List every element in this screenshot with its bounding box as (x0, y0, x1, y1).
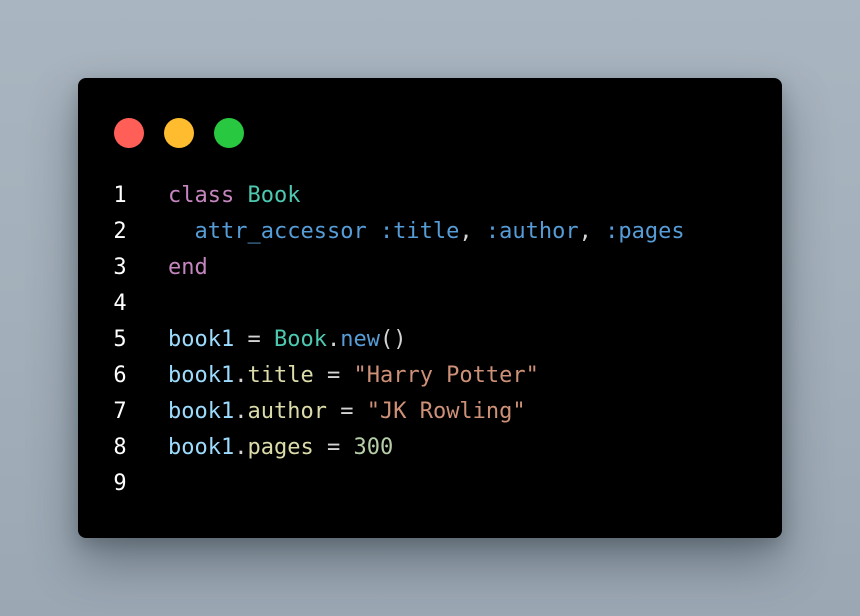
code-token: class (168, 183, 235, 208)
code-token: "Harry Potter" (353, 363, 539, 388)
code-token: attr_accessor (194, 219, 367, 244)
code-token: new (340, 327, 380, 352)
code-line: 3 end (78, 250, 782, 286)
code-token: :title (379, 219, 460, 244)
line-number: 4 (113, 291, 127, 316)
code-token: = (313, 363, 354, 388)
code-token: , (459, 219, 486, 244)
code-token: author (247, 399, 327, 424)
code-token: book1 (168, 363, 235, 388)
code-token: :pages (605, 219, 685, 244)
line-source: book1.title = "Harry Potter" (168, 358, 539, 394)
code-token: Book (273, 327, 327, 352)
code-line: 1 class Book (78, 178, 782, 214)
code-token: end (168, 255, 208, 280)
code-line: 7 book1.author = "JK Rowling" (78, 394, 782, 430)
code-token: book1 (168, 435, 235, 460)
code-token: . (234, 399, 248, 424)
line-number: 6 (113, 363, 127, 388)
code-token: . (234, 435, 248, 460)
code-token: . (326, 327, 341, 352)
line-source: class Book (168, 178, 300, 214)
line-source: book1 = Book.new() (168, 322, 406, 358)
code-token: :author (485, 219, 579, 244)
line-number: 8 (113, 435, 127, 460)
line-number: 3 (113, 255, 127, 280)
line-source: book1.author = "JK Rowling" (168, 394, 526, 430)
code-token: = (234, 327, 274, 352)
minimize-button[interactable] (164, 118, 194, 148)
code-token: () (379, 327, 407, 352)
maximize-button[interactable] (214, 118, 244, 148)
code-line: 2 attr_accessor :title, :author, :pages (78, 214, 782, 250)
code-token: = (326, 399, 367, 424)
code-line: 9 (78, 466, 782, 502)
code-token: "JK Rowling" (366, 399, 526, 424)
code-editor: 1 class Book 2 attr_accessor :title, :auth… (78, 178, 782, 502)
code-token: , (578, 219, 606, 244)
code-token: book1 (168, 399, 235, 424)
code-line: 4 (78, 286, 782, 322)
code-token: Book (247, 183, 301, 208)
code-token: title (247, 363, 314, 388)
close-button[interactable] (114, 118, 144, 148)
code-window: 1 class Book 2 attr_accessor :title, :auth… (78, 78, 782, 538)
code-line: 5 book1 = Book.new() (78, 322, 782, 358)
line-number: 7 (113, 399, 127, 424)
code-line: 8 book1.pages = 300 (78, 430, 782, 466)
code-token: . (234, 363, 248, 388)
code-token: book1 (168, 327, 235, 352)
line-number: 2 (113, 219, 127, 244)
code-token: 300 (353, 435, 394, 460)
code-token: = (313, 435, 354, 460)
code-token: pages (247, 435, 314, 460)
line-source: book1.pages = 300 (168, 430, 393, 466)
line-number: 9 (113, 471, 127, 496)
line-number: 5 (113, 327, 127, 352)
line-source: end (168, 250, 208, 286)
code-line: 6 book1.title = "Harry Potter" (78, 358, 782, 394)
line-source: attr_accessor :title, :author, :pages (168, 214, 685, 250)
line-number: 1 (113, 183, 127, 208)
